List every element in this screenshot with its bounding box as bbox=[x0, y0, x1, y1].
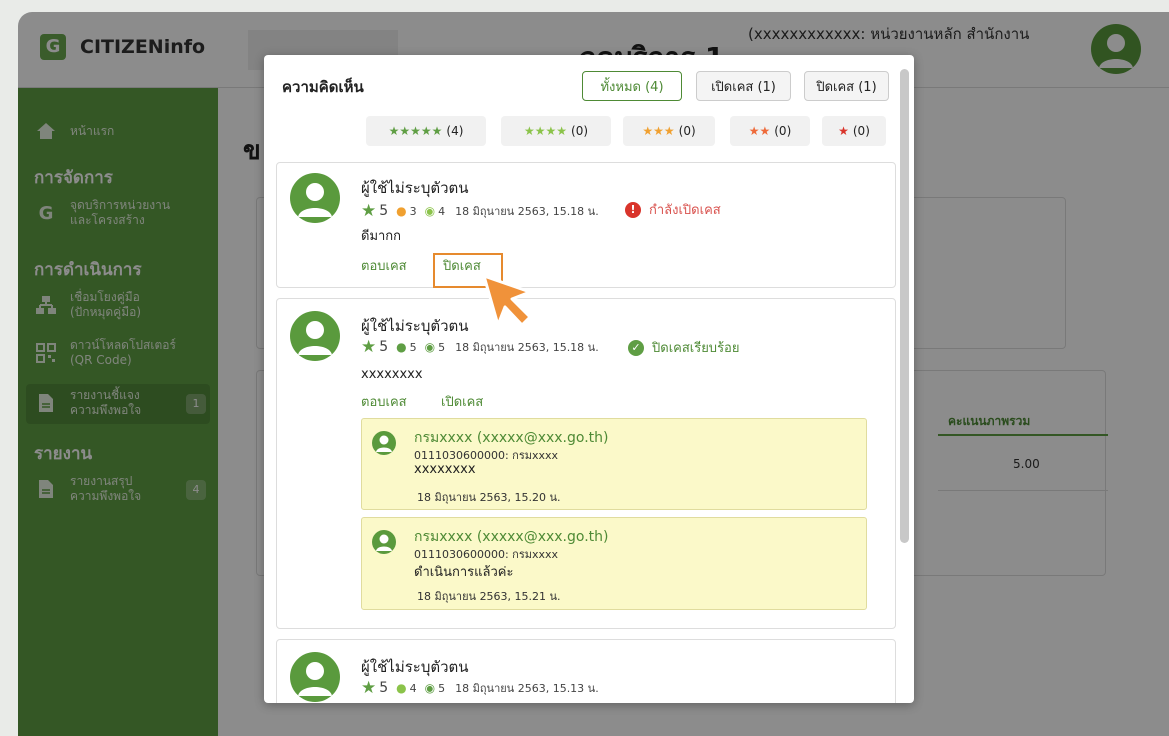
star-filter-5[interactable]: ★★★★★ (4) bbox=[366, 116, 486, 146]
open-case-link[interactable]: เปิดเคส bbox=[441, 391, 483, 412]
reply-date: 18 มิถุนายน 2563, 15.21 น. bbox=[417, 590, 561, 603]
comment-meta: ★ 5 ● 5 ◉ 5 18 มิถุนายน 2563, 15.18 น. bbox=[361, 337, 599, 357]
comment-meta: ★ 5 ● 4 ◉ 5 18 มิถุนายน 2563, 15.13 น. bbox=[361, 678, 599, 698]
comment-text: xxxxxxxx bbox=[361, 367, 423, 382]
alert-icon: ! bbox=[625, 201, 641, 218]
speedometer-icon: ◉ bbox=[424, 204, 436, 218]
star-filter-2[interactable]: ★★ (0) bbox=[730, 116, 810, 146]
user-avatar-icon bbox=[290, 173, 340, 223]
person-score: 5 bbox=[409, 340, 417, 354]
user-avatar-icon bbox=[290, 652, 340, 702]
star-rating-icon: ★★★★ bbox=[523, 124, 568, 138]
reply-text: ดำเนินการแล้วค่ะ bbox=[414, 565, 514, 580]
star-filter-count: (0) bbox=[571, 124, 589, 138]
star-rating-icon: ★ bbox=[838, 124, 849, 138]
comment-date: 18 มิถุนายน 2563, 15.18 น. bbox=[455, 341, 599, 354]
star-filter-count: (4) bbox=[446, 124, 464, 138]
star-filter-3[interactable]: ★★★ (0) bbox=[623, 116, 715, 146]
person-score: 4 bbox=[409, 681, 417, 695]
person-icon: ● bbox=[396, 681, 407, 695]
agency-avatar-icon bbox=[372, 431, 396, 455]
commenter-name: ผู้ใช้ไม่ระบุตัวตน bbox=[361, 658, 469, 676]
check-circle-icon: ✓ bbox=[628, 339, 644, 356]
star-icon: ★ bbox=[361, 337, 377, 357]
star-rating-icon: ★★★ bbox=[642, 124, 675, 138]
star-score: 5 bbox=[379, 203, 389, 219]
star-rating-icon: ★★ bbox=[748, 124, 771, 138]
filter-closed-button[interactable]: ปิดเคส (1) bbox=[804, 71, 889, 101]
speed-score: 5 bbox=[438, 340, 446, 354]
comment-card: ผู้ใช้ไม่ระบุตัวตน ★ 5 ● 4 ◉ 5 18 มิถุนา… bbox=[276, 639, 896, 703]
comment-card: ผู้ใช้ไม่ระบุตัวตน ★ 5 ● 3 ◉ 4 18 มิถุนา… bbox=[276, 162, 896, 288]
modal-title: ความคิดเห็น bbox=[282, 78, 364, 96]
filter-all-button[interactable]: ทั้งหมด (4) bbox=[582, 71, 682, 101]
filter-open-button[interactable]: เปิดเคส (1) bbox=[696, 71, 791, 101]
reply-date: 18 มิถุนายน 2563, 15.20 น. bbox=[417, 491, 561, 504]
agency-avatar-icon bbox=[372, 530, 396, 554]
status-label: กำลังเปิดเคส bbox=[649, 203, 721, 218]
commenter-name: ผู้ใช้ไม่ระบุตัวตน bbox=[361, 179, 469, 197]
comment-date: 18 มิถุนายน 2563, 15.13 น. bbox=[455, 682, 599, 695]
modal-scrollbar[interactable] bbox=[900, 69, 909, 543]
speedometer-icon: ◉ bbox=[424, 340, 436, 354]
speedometer-icon: ◉ bbox=[424, 681, 436, 695]
comment-card: ผู้ใช้ไม่ระบุตัวตน ★ 5 ● 5 ◉ 5 18 มิถุนา… bbox=[276, 298, 896, 629]
star-filter-4[interactable]: ★★★★ (0) bbox=[501, 116, 611, 146]
star-rating-icon: ★★★★★ bbox=[388, 124, 443, 138]
comment-text: ดีมากก bbox=[361, 229, 402, 244]
pointer-cursor-icon bbox=[480, 272, 536, 334]
case-status-closed: ✓ ปิดเคสเรียบร้อย bbox=[628, 337, 739, 358]
speed-score: 5 bbox=[438, 681, 446, 695]
status-label: ปิดเคสเรียบร้อย bbox=[652, 341, 740, 356]
star-filter-count: (0) bbox=[678, 124, 696, 138]
comments-modal: ความคิดเห็น ทั้งหมด (4) เปิดเคส (1) ปิดเ… bbox=[264, 55, 914, 703]
reply-case-link[interactable]: ตอบเคส bbox=[361, 391, 407, 412]
reply-card: กรมxxxx (xxxxx@xxx.go.th) 0111030600000:… bbox=[361, 517, 867, 610]
reply-card: กรมxxxx (xxxxx@xxx.go.th) 0111030600000:… bbox=[361, 418, 867, 510]
reply-case-link[interactable]: ตอบเคส bbox=[361, 255, 407, 276]
person-score: 3 bbox=[409, 204, 417, 218]
reply-text: xxxxxxxx bbox=[414, 462, 476, 477]
star-filter-1[interactable]: ★ (0) bbox=[822, 116, 886, 146]
person-icon: ● bbox=[396, 204, 407, 218]
commenter-name: ผู้ใช้ไม่ระบุตัวตน bbox=[361, 317, 469, 335]
star-filter-count: (0) bbox=[852, 124, 870, 138]
star-icon: ★ bbox=[361, 201, 377, 221]
case-status-open: ! กำลังเปิดเคส bbox=[625, 199, 721, 220]
comment-meta: ★ 5 ● 3 ◉ 4 18 มิถุนายน 2563, 15.18 น. bbox=[361, 201, 599, 221]
person-icon: ● bbox=[396, 340, 407, 354]
star-score: 5 bbox=[379, 339, 389, 355]
star-score: 5 bbox=[379, 680, 389, 696]
speed-score: 4 bbox=[438, 204, 446, 218]
star-filter-count: (0) bbox=[774, 124, 792, 138]
star-icon: ★ bbox=[361, 678, 377, 698]
user-avatar-icon bbox=[290, 311, 340, 361]
comment-date: 18 มิถุนายน 2563, 15.18 น. bbox=[455, 205, 599, 218]
